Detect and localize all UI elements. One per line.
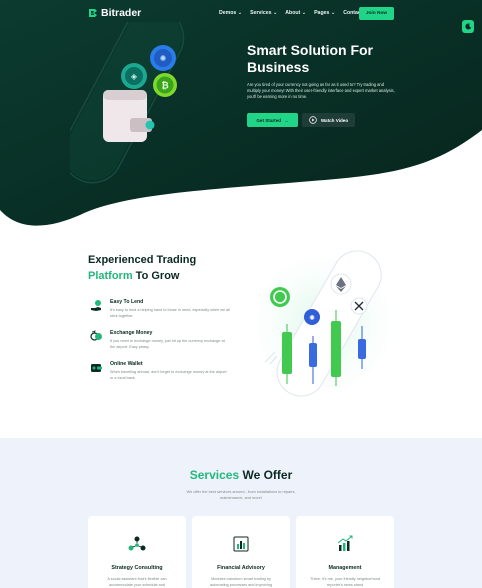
candle-blue (358, 339, 366, 359)
feature-online-wallet: Online Wallet When travelling abroad, do… (90, 361, 240, 387)
feature-description: It's easy to lend a helping hand to thos… (110, 308, 230, 318)
brand-name: Bitrader (101, 7, 142, 19)
card-description: A social assistant that's flexible can a… (107, 577, 167, 587)
services-description: We offer the best services around - from… (186, 489, 296, 500)
title-accent: Platform (88, 270, 133, 282)
exchange-icon (90, 330, 102, 341)
theme-toggle-button[interactable] (462, 20, 474, 33)
title-rest: To Grow (132, 270, 180, 282)
hero-illustration: ✺ ◈ ₿ (61, 7, 220, 192)
feature-description: If you need to exchange money, just hit … (110, 339, 225, 349)
card-title: Financial Advisory (217, 565, 265, 571)
title-line-1: Experienced Trading (88, 254, 197, 266)
feature-title: Online Wallet (110, 361, 143, 367)
chevron-down-icon: ⌄ (330, 10, 336, 16)
nav-label: About (285, 10, 301, 16)
title-rest: We Offer (239, 468, 293, 482)
strategy-icon (128, 536, 146, 551)
candle-green (331, 321, 341, 377)
nav-item-demos[interactable]: Demos ⌄ (219, 10, 242, 16)
title-line-2: Platform To Grow (88, 268, 238, 284)
feature-exchange-money: Exchange Money If you need to exchange m… (90, 330, 240, 356)
brand-logo[interactable]: Bitrader (88, 7, 141, 19)
feature-title: Easy To Lend (110, 299, 144, 305)
nav-item-services[interactable]: Services ⌄ (250, 10, 277, 16)
hero-description: Are you tired of your currency not going… (247, 82, 395, 100)
feature-title: Exchange Money (110, 330, 153, 336)
candle-green (282, 332, 292, 374)
logo-icon (89, 9, 97, 17)
main-menu: Demos ⌄ Services ⌄ About ⌄ Pages ⌄ Conta… (219, 10, 371, 16)
service-card-management[interactable]: Management There, it's me, your friendly… (296, 516, 394, 588)
get-started-button[interactable]: Get Started → (247, 113, 298, 127)
wallet-icon (91, 364, 102, 372)
button-label: Get Started (256, 117, 282, 123)
card-title: Strategy Consulting (111, 565, 163, 571)
join-now-button[interactable]: Join Now (359, 7, 394, 20)
services-title: Services We Offer (0, 468, 482, 482)
nav-label: Demos (219, 10, 237, 16)
chevron-down-icon: ⌄ (272, 10, 278, 16)
play-icon (309, 116, 317, 124)
feature-easy-to-lend: Easy To Lend It's easy to lend a helping… (90, 299, 240, 325)
hero-title: Smart Solution For Business (247, 42, 373, 75)
feature-description: When travelling abroad, don't forget to … (110, 370, 227, 380)
nav-label: Services (250, 10, 272, 16)
svg-text:✺: ✺ (160, 54, 167, 63)
candle-blue (309, 343, 317, 367)
button-label: Watch Video (320, 117, 349, 123)
chevron-down-icon: ⌄ (301, 10, 307, 16)
nav-item-about[interactable]: About ⌄ (285, 10, 306, 16)
hero-section: Bitrader Demos ⌄ Services ⌄ About ⌄ Page… (0, 0, 482, 232)
service-card-strategy[interactable]: Strategy Consulting A social assistant t… (88, 516, 186, 588)
trading-section-title: Experienced Trading Platform To Grow (88, 252, 238, 284)
trading-illustration: ✺ (235, 239, 410, 419)
moon-icon (464, 23, 471, 30)
chevron-down-icon: ⌄ (237, 10, 243, 16)
nav-label: Pages (314, 10, 330, 16)
title-accent: Services (189, 468, 240, 482)
svg-text:✺: ✺ (309, 314, 315, 322)
arrow-right-icon: → (284, 117, 289, 123)
hand-coin-icon (91, 300, 101, 311)
service-card-financial[interactable]: Financial Advisory Modules transform sma… (192, 516, 290, 588)
coin-green-icon (270, 287, 290, 307)
watch-video-button[interactable]: Watch Video (302, 113, 355, 127)
card-title: Management (328, 565, 362, 571)
nav-item-pages[interactable]: Pages ⌄ (314, 10, 335, 16)
chart-icon (233, 536, 249, 552)
card-description: There, it's me, your friendly neighborho… (310, 577, 380, 587)
growth-chart-icon (337, 535, 353, 551)
svg-text:◈: ◈ (131, 72, 138, 81)
card-description: Modules transform smart trading by autom… (209, 577, 273, 587)
svg-text:₿: ₿ (161, 81, 168, 92)
